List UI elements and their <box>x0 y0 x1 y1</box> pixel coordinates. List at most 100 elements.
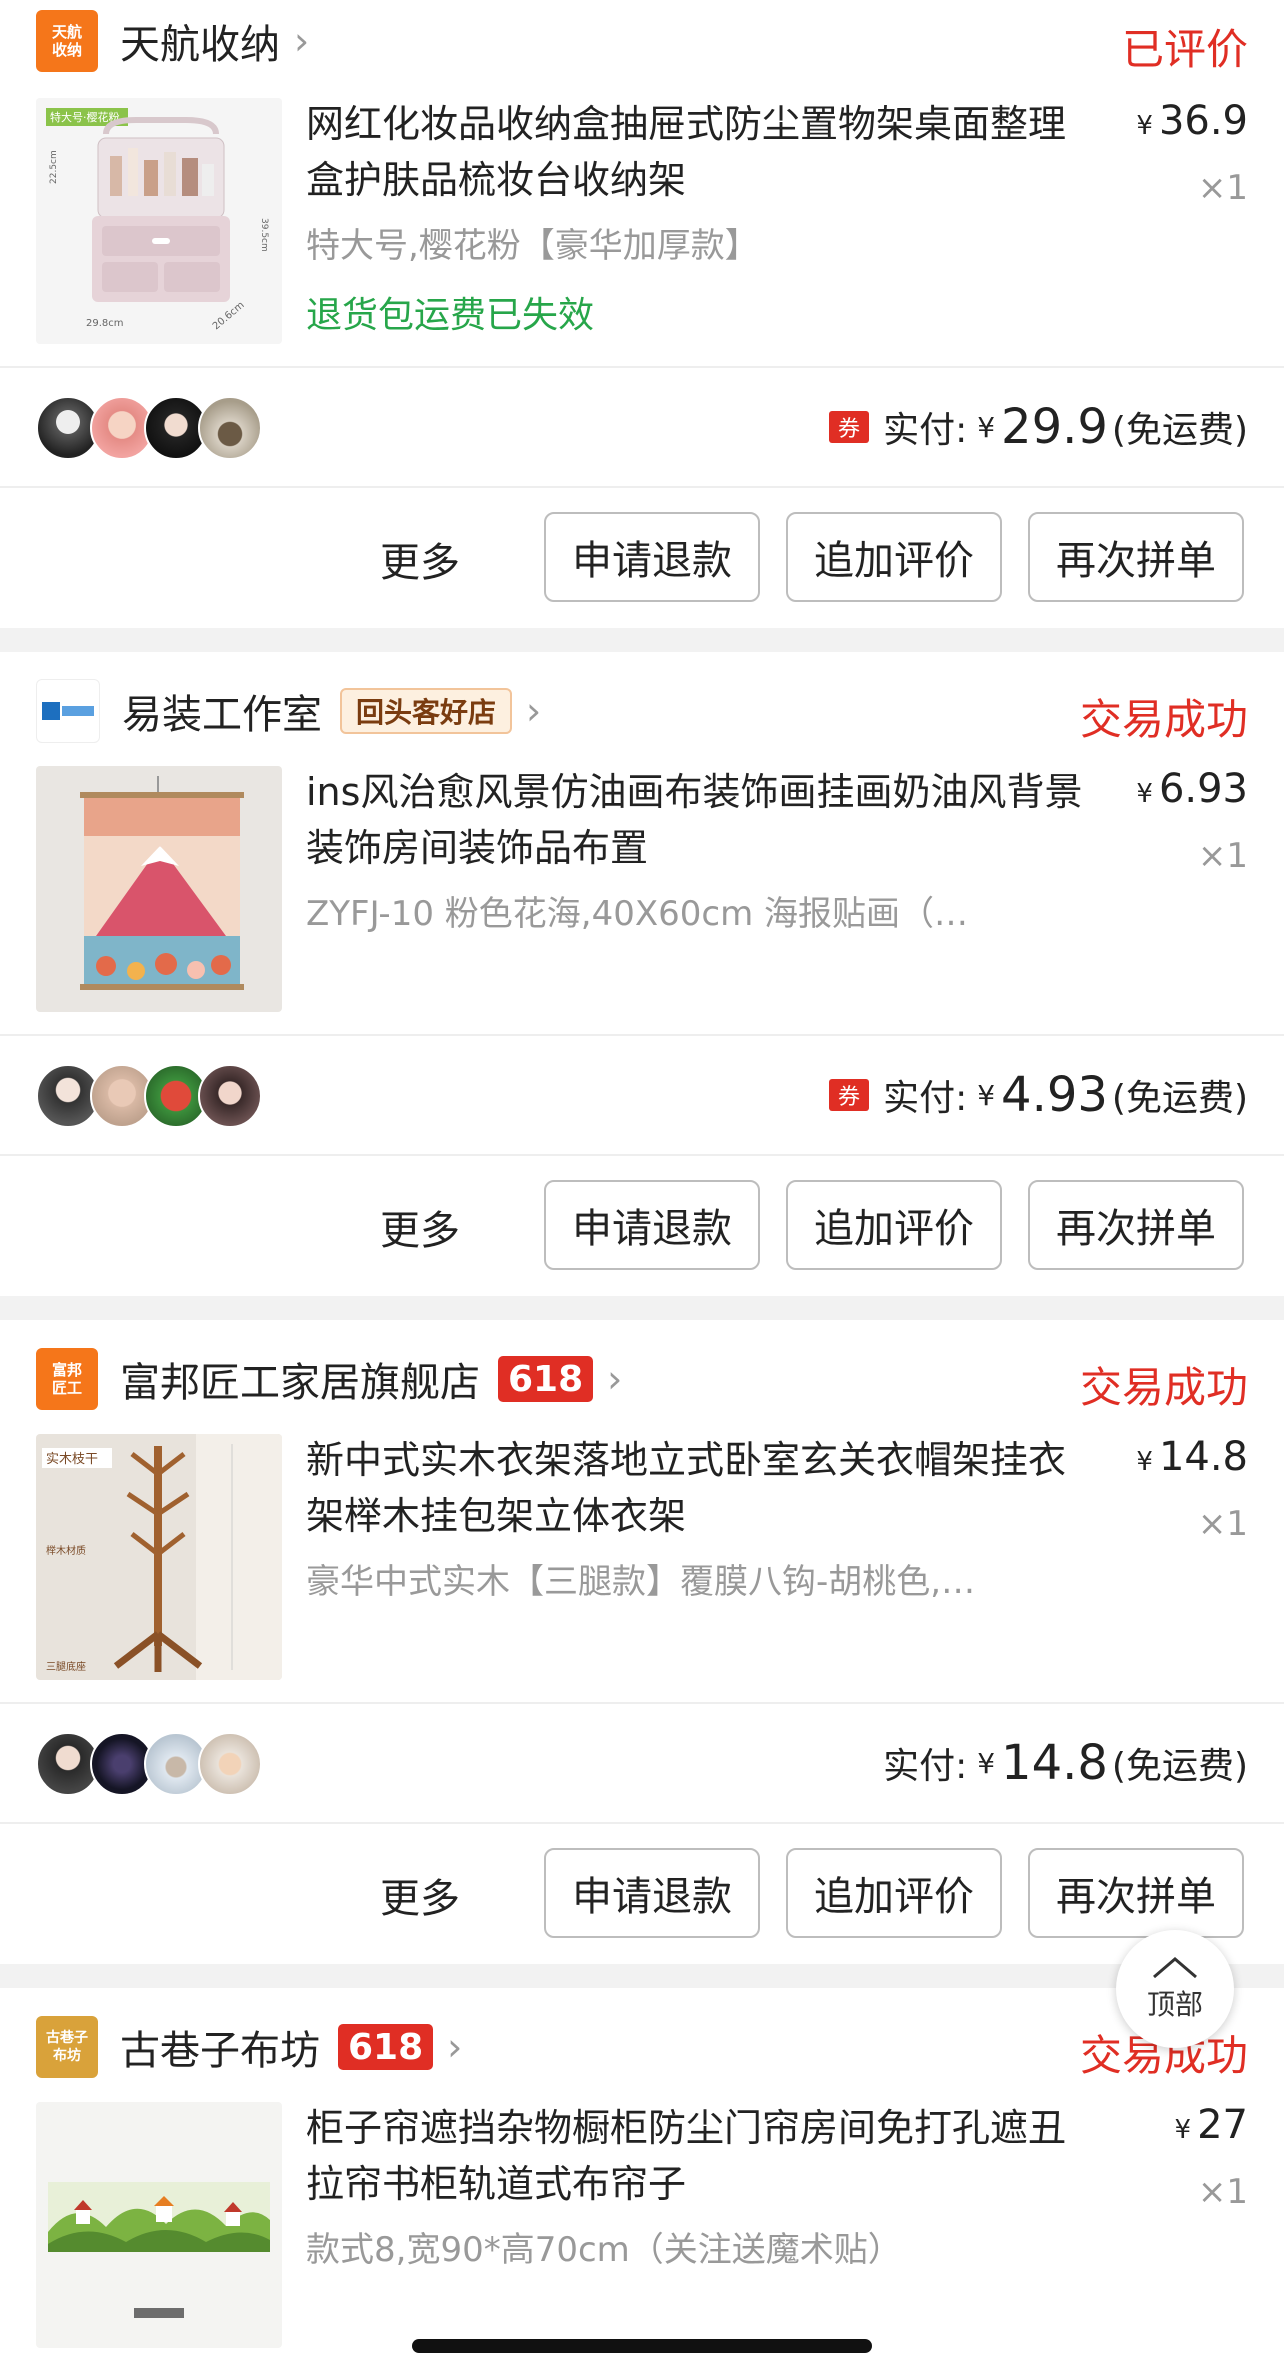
rebuy-button[interactable]: 再次拼单 <box>1028 1848 1244 1938</box>
chevron-right-icon: › <box>447 2025 463 2069</box>
image-label: 榉木材质 <box>46 1544 86 1557</box>
avatar <box>198 1732 262 1796</box>
shipping-note: (免运费) <box>1111 1078 1248 1119</box>
shop-name[interactable]: 富邦匠工家居旗舰店 <box>120 1350 480 1408</box>
shop-header[interactable]: 易装工作室 回头客好店 › <box>36 676 541 746</box>
more-button[interactable]: 更多 <box>380 1198 460 1256</box>
image-dim-label: 22.5cm <box>49 150 59 184</box>
group-avatars[interactable] <box>36 396 262 460</box>
product-title[interactable]: 网红化妆品收纳盒抽屉式防尘置物架桌面整理盒护肤品梳妆台收纳架 <box>306 96 1086 208</box>
product-spec: 款式8,宽90*高70cm（关注送魔术贴） <box>306 2230 902 2270</box>
price-value: 27 <box>1197 2102 1248 2148</box>
more-button[interactable]: 更多 <box>380 530 460 588</box>
quantity: ×1 <box>1197 836 1248 876</box>
product-title[interactable]: ins风治愈风景仿油画布装饰画挂画奶油风背景装饰房间装饰品布置 <box>306 764 1086 876</box>
shop-header[interactable]: 富邦 匠工 富邦匠工家居旗舰店 618 › <box>36 1344 622 1414</box>
shop-header[interactable]: 古巷子 布坊 古巷子布坊 618 › <box>36 2012 462 2082</box>
order-status: 交易成功 <box>1079 1363 1248 1412</box>
promo-618-badge: 618 <box>338 2024 434 2070</box>
avatar <box>198 396 262 460</box>
image-dim-label: 39.5cm <box>259 218 269 252</box>
group-avatars[interactable] <box>36 1064 262 1128</box>
add-review-button[interactable]: 追加评价 <box>786 1180 1002 1270</box>
back-to-top-label: 顶部 <box>1146 1988 1203 2021</box>
promo-618-badge: 618 <box>498 1356 594 1402</box>
paid-label: 实付: <box>883 1746 968 1787</box>
paid-amount-row: 券 实付: ¥ 29.9 (免运费) <box>829 396 1248 458</box>
product-title[interactable]: 柜子帘遮挡杂物橱柜防尘门帘房间免打孔遮丑拉帘书柜轨道式布帘子 <box>306 2100 1086 2212</box>
shop-name[interactable]: 古巷子布坊 <box>120 2018 320 2076</box>
shop-logo: 古巷子 布坊 <box>36 2016 98 2078</box>
image-label: 特大号·樱花粉 <box>50 110 120 124</box>
curtain-illustration <box>36 2102 282 2348</box>
add-review-button[interactable]: 追加评价 <box>786 512 1002 602</box>
product-spec: ZYFJ-10 粉色花海,40X60cm 海报贴画（… <box>306 894 969 934</box>
refund-note: 退货包运费已失效 <box>306 295 595 336</box>
add-review-button[interactable]: 追加评价 <box>786 1848 1002 1938</box>
divider <box>0 366 1284 368</box>
order-status: 已评价 <box>1121 25 1248 74</box>
refund-button[interactable]: 申请退款 <box>544 1848 760 1938</box>
price-value: 14.8 <box>1158 1434 1248 1480</box>
group-avatars[interactable] <box>36 1732 262 1796</box>
divider <box>0 1702 1284 1704</box>
avatar <box>198 1064 262 1128</box>
unit-price: ¥27 <box>1175 2102 1248 2148</box>
image-label: 实木枝干 <box>46 1452 98 1467</box>
chevron-right-icon: › <box>526 689 542 733</box>
divider <box>0 1034 1284 1036</box>
quantity: ×1 <box>1197 1504 1248 1544</box>
shipping-note: (免运费) <box>1111 410 1248 451</box>
unit-price: ¥6.93 <box>1136 766 1248 812</box>
image-dim-label: 29.8cm <box>86 318 124 329</box>
order-card: 易装工作室 回头客好店 › 交易成功 ins风治愈风景仿油画布装饰画挂画奶油风背… <box>0 652 1284 1296</box>
divider <box>0 1154 1284 1156</box>
shop-logo: 天航 收纳 <box>36 10 98 72</box>
paid-amount-row: 实付: ¥ 14.8 (免运费) <box>883 1732 1248 1794</box>
chevron-up-icon <box>1153 1957 1197 1979</box>
product-image[interactable]: 特大号·樱花粉 22.5cm 39.5cm 29.8cm 20.6cm <box>36 98 282 344</box>
product-image[interactable] <box>36 766 282 1012</box>
divider <box>0 486 1284 488</box>
shop-name[interactable]: 天航收纳 <box>120 12 280 70</box>
currency-symbol: ¥ <box>1136 111 1153 141</box>
shop-logo: 富邦 匠工 <box>36 1348 98 1410</box>
product-image[interactable] <box>36 2102 282 2348</box>
price-value: 36.9 <box>1158 98 1248 144</box>
chevron-right-icon: › <box>607 1357 623 1401</box>
coupon-icon: 券 <box>829 1079 870 1111</box>
refund-button[interactable]: 申请退款 <box>544 1180 760 1270</box>
divider <box>0 1822 1284 1824</box>
paid-label: 实付: <box>883 1078 968 1119</box>
shop-name[interactable]: 易装工作室 <box>122 682 322 740</box>
order-card: 富邦 匠工 富邦匠工家居旗舰店 618 › 交易成功 实木枝干 榉木材质 三腿底座… <box>0 1320 1284 1964</box>
studio-logo-icon <box>42 702 94 720</box>
back-to-top-button[interactable]: 顶部 <box>1116 1930 1234 2048</box>
coupon-icon: 券 <box>829 411 870 443</box>
currency-symbol: ¥ <box>977 1078 996 1112</box>
storage-box-illustration: 特大号·樱花粉 22.5cm 39.5cm 29.8cm 20.6cm <box>36 98 282 344</box>
product-title[interactable]: 新中式实木衣架落地立式卧室玄关衣帽架挂衣架榉木挂包架立体衣架 <box>306 1432 1086 1544</box>
currency-symbol: ¥ <box>1136 1447 1153 1477</box>
paid-amount: 4.93 <box>1001 1067 1108 1123</box>
product-spec: 特大号,樱花粉【豪华加厚款】 <box>306 226 759 266</box>
paid-label: 实付: <box>883 410 968 451</box>
painting-illustration <box>36 766 282 1012</box>
return-customer-badge: 回头客好店 <box>340 688 513 734</box>
shop-header[interactable]: 天航 收纳 天航收纳 › <box>36 6 309 76</box>
order-card: 天航 收纳 天航收纳 › 已评价 特大号·樱花粉 22.5cm 39.5cm 29… <box>0 0 1284 628</box>
more-button[interactable]: 更多 <box>380 1866 460 1924</box>
quantity: ×1 <box>1197 2172 1248 2212</box>
product-spec: 豪华中式实木【三腿款】覆膜八钩-胡桃色,… <box>306 1562 976 1602</box>
chevron-right-icon: › <box>294 19 310 63</box>
order-card: 古巷子 布坊 古巷子布坊 618 › 交易成功 柜子帘遮挡杂物橱柜防尘门帘房间免打… <box>0 1988 1284 2377</box>
unit-price: ¥14.8 <box>1136 1434 1248 1480</box>
rebuy-button[interactable]: 再次拼单 <box>1028 1180 1244 1270</box>
currency-symbol: ¥ <box>1136 779 1153 809</box>
refund-button[interactable]: 申请退款 <box>544 512 760 602</box>
product-image[interactable]: 实木枝干 榉木材质 三腿底座 <box>36 1434 282 1680</box>
paid-amount-row: 券 实付: ¥ 4.93 (免运费) <box>829 1064 1248 1126</box>
rebuy-button[interactable]: 再次拼单 <box>1028 512 1244 602</box>
order-status: 交易成功 <box>1079 695 1248 744</box>
image-label: 三腿底座 <box>46 1660 86 1673</box>
